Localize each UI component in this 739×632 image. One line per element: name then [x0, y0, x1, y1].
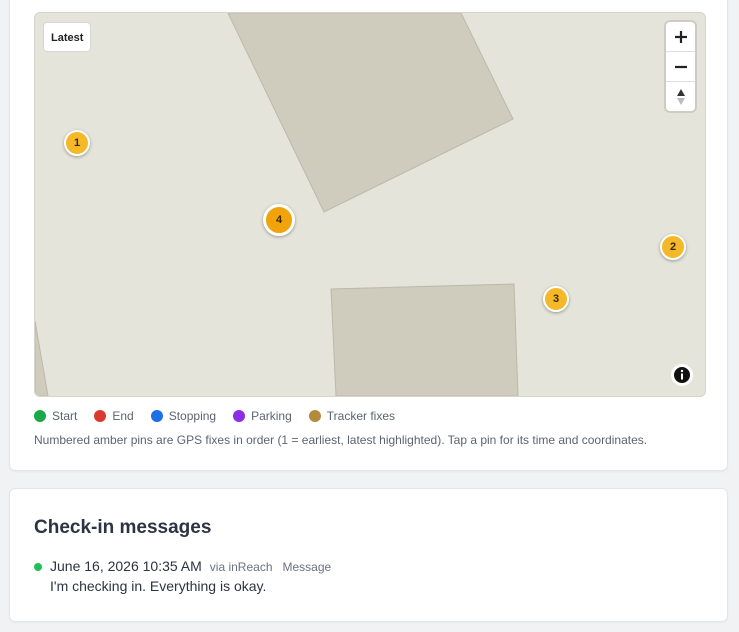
- legend-item-tracker-fixes: Tracker fixes: [308, 409, 395, 423]
- pin-label: 3: [552, 293, 560, 305]
- pin-label: 1: [73, 137, 81, 149]
- zoom-controls: [666, 22, 695, 111]
- legend-item-end: End: [94, 409, 134, 423]
- legend-item-start: Start: [34, 409, 77, 423]
- legend-label: End: [112, 409, 134, 423]
- zoom-in-button[interactable]: [666, 22, 695, 52]
- message-text: I'm checking in. Everything is okay.: [50, 578, 267, 594]
- map-help-note: Numbered amber pins are GPS fixes in ord…: [34, 433, 648, 447]
- zoom-out-button[interactable]: [666, 52, 695, 82]
- legend-label: Start: [52, 409, 78, 423]
- legend-dot: [34, 410, 46, 422]
- gps-pin[interactable]: 3: [543, 286, 569, 312]
- legend-dot: [308, 410, 321, 422]
- map-card: Latest 1 2 3 4 Start End Stopping Parkin…: [9, 0, 728, 471]
- pin-label: 2: [669, 241, 677, 253]
- legend-label: Tracker fixes: [326, 409, 395, 423]
- legend-dot: [150, 410, 163, 422]
- map-view[interactable]: Latest 1 2 3 4: [34, 12, 706, 397]
- minus-icon: [674, 65, 687, 68]
- legend-label: Stopping: [168, 409, 217, 423]
- plus-icon: [674, 30, 687, 43]
- map-buildings: [35, 13, 519, 396]
- gps-pin[interactable]: 1: [64, 130, 90, 156]
- pin-label: 4: [275, 214, 283, 226]
- legend-item-stopping: Stopping: [150, 409, 217, 423]
- building-polygon: [227, 13, 514, 213]
- legend-dot: [94, 410, 107, 422]
- message-time: June 16, 2026 10:35 AM: [50, 558, 202, 574]
- message-type: Message: [282, 560, 332, 574]
- legend-label: Parking: [251, 409, 292, 423]
- legend-dot: [233, 410, 246, 422]
- info-icon: [674, 367, 690, 383]
- building-polygon: [330, 283, 519, 396]
- compass-icon: [676, 88, 685, 105]
- attribution-button[interactable]: [671, 364, 693, 386]
- gps-pin-latest[interactable]: 4: [263, 204, 295, 236]
- status-dot: [34, 563, 42, 571]
- section-title: Check-in messages: [34, 517, 212, 538]
- checkin-card: Check-in messages June 16, 2026 10:35 AM…: [9, 488, 728, 622]
- reset-north-button[interactable]: [666, 82, 695, 111]
- map-legend: Start End Stopping Parking Tracker fixes: [34, 409, 412, 423]
- building-polygon: [35, 320, 49, 396]
- gps-pin[interactable]: 2: [660, 234, 686, 260]
- message-header: June 16, 2026 10:35 AM via inReach Messa…: [50, 558, 331, 574]
- legend-item-parking: Parking: [233, 409, 292, 423]
- message-source: via inReach: [209, 560, 273, 574]
- latest-button[interactable]: Latest: [43, 22, 92, 52]
